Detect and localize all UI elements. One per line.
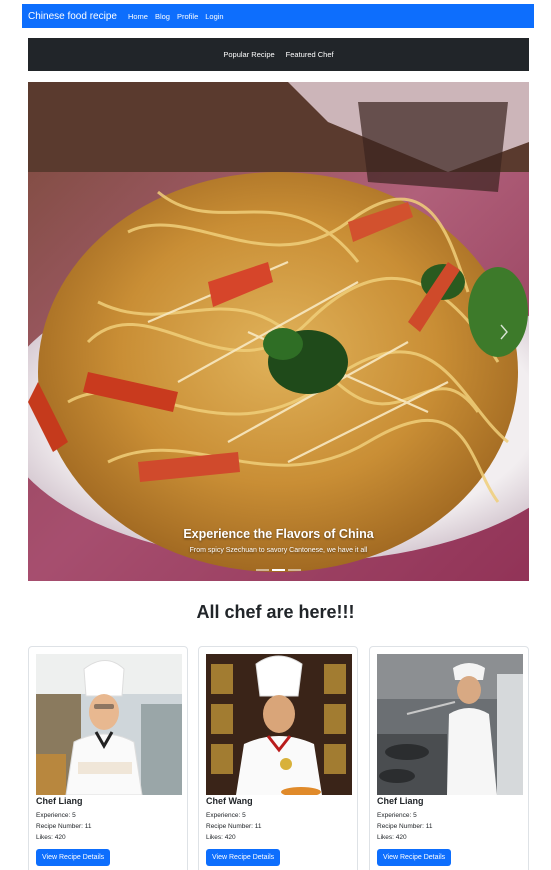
chef-photo [206,654,352,795]
chef-name: Chef Liang [377,796,424,806]
chef-experience: Experience: 5 [377,812,417,819]
chef-likes: Likes: 420 [206,834,236,841]
chef-card: Chef Wang Experience: 5 Recipe Number: 1… [198,646,358,870]
chef-experience: Experience: 5 [206,812,246,819]
chef-name: Chef Wang [206,796,253,806]
nav-link-popular-recipe[interactable]: Popular Recipe [223,50,274,59]
nav-link-profile[interactable]: Profile [177,12,198,21]
carousel-indicator-1[interactable] [256,569,269,571]
chef-recipe-number: Recipe Number: 11 [377,823,433,830]
carousel-caption-title: Experience the Flavors of China [183,527,374,541]
carousel-indicator-3[interactable] [288,569,301,571]
hero-carousel: Experience the Flavors of China From spi… [28,82,529,581]
view-recipe-details-button[interactable]: View Recipe Details [377,849,452,866]
chef-name: Chef Liang [36,796,83,806]
chevron-right-icon [500,324,508,340]
chef-card: Chef Liang Experience: 5 Recipe Number: … [28,646,188,870]
chef-experience: Experience: 5 [36,812,76,819]
view-recipe-details-button[interactable]: View Recipe Details [206,849,281,866]
chef-recipe-number: Recipe Number: 11 [206,823,262,830]
chef-likes: Likes: 420 [377,834,407,841]
nav-link-login[interactable]: Login [205,12,223,21]
chef-card: Chef Liang Experience: 5 Recipe Number: … [369,646,529,870]
nav-link-blog[interactable]: Blog [155,12,170,21]
carousel-indicators [28,569,529,571]
chef-photo [377,654,523,795]
carousel-indicator-2[interactable] [272,569,285,571]
chef-recipe-number: Recipe Number: 11 [36,823,92,830]
chef-likes: Likes: 420 [36,834,66,841]
navbar-links: Home Blog Profile Login [128,12,224,21]
navbar-brand[interactable]: Chinese food recipe [28,11,117,22]
top-navbar: Chinese food recipe Home Blog Profile Lo… [22,4,534,28]
carousel-caption-subtitle: From spicy Szechuan to savory Cantonese,… [189,547,368,554]
section-heading: All chef are here!!! [196,602,355,622]
view-recipe-details-button[interactable]: View Recipe Details [36,849,111,866]
carousel-next-button[interactable] [479,302,529,362]
noodle-dish-image [28,82,529,581]
nav-link-featured-chef[interactable]: Featured Chef [286,50,334,59]
chef-photo [36,654,182,795]
nav-link-home[interactable]: Home [128,12,148,21]
secondary-navbar: Popular Recipe Featured Chef [28,38,529,71]
